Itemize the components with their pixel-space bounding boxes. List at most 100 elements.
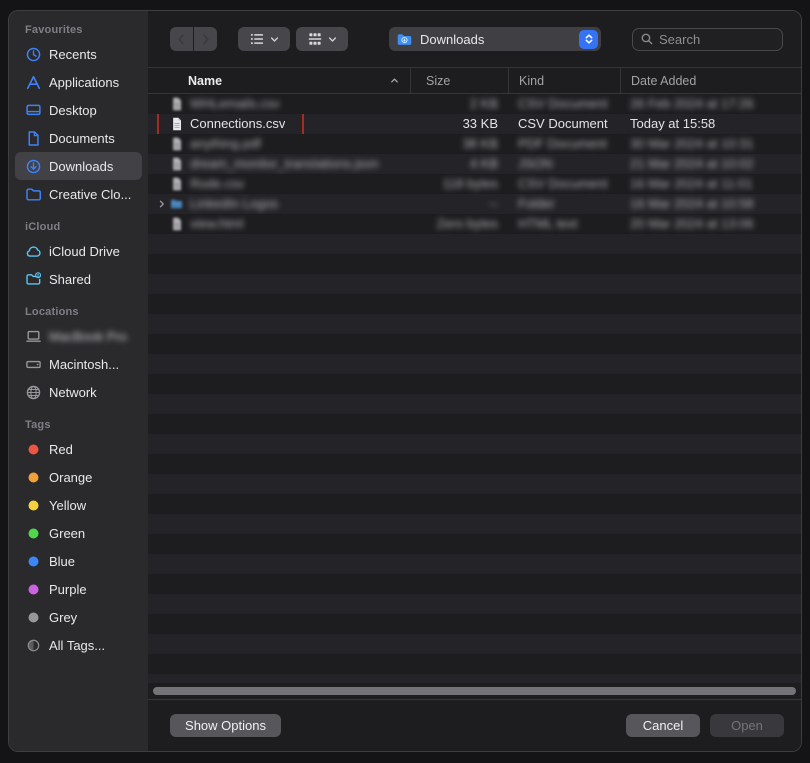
column-header-name[interactable]: Name bbox=[148, 68, 410, 93]
file-row[interactable]: anything.pdf38 KBPDF Document30 Mar 2024… bbox=[148, 134, 801, 154]
file-date-added: 16 Mar 2024 at 10:58 bbox=[620, 194, 801, 214]
file-kind: JSON bbox=[508, 154, 620, 174]
sidebar-item-label: MacBook Pro bbox=[49, 329, 127, 344]
tag-dot bbox=[24, 608, 42, 626]
section-header: Locations bbox=[9, 306, 148, 322]
file-icon bbox=[168, 156, 185, 172]
sidebar-section: FavouritesRecentsApplicationsDesktopDocu… bbox=[9, 24, 148, 208]
file-date-added: 20 Mar 2024 at 13:06 bbox=[620, 214, 801, 234]
sidebar-item-label: iCloud Drive bbox=[49, 244, 120, 259]
laptop-icon bbox=[24, 327, 42, 345]
sidebar-item-label: Applications bbox=[49, 75, 119, 90]
file-row[interactable]: Rode.csv118 bytesCSV Document16 Mar 2024… bbox=[148, 174, 801, 194]
open-dialog-window: FavouritesRecentsApplicationsDesktopDocu… bbox=[8, 10, 802, 752]
sidebar-item-orange[interactable]: Orange bbox=[15, 463, 142, 491]
location-label: Downloads bbox=[420, 32, 484, 47]
sidebar-item-macintosh[interactable]: Macintosh... bbox=[15, 350, 142, 378]
main-panel: Downloads Name Size Kind Date Added WHLe… bbox=[148, 11, 801, 751]
sidebar-item-label: Documents bbox=[49, 131, 115, 146]
sidebar-item-recents[interactable]: Recents bbox=[15, 40, 142, 68]
sidebar-item-red[interactable]: Red bbox=[15, 435, 142, 463]
file-row[interactable]: LinkedIn Logos--Folder16 Mar 2024 at 10:… bbox=[148, 194, 801, 214]
sidebar-item-label: Creative Clo... bbox=[49, 187, 131, 202]
file-name: LinkedIn Logos bbox=[190, 194, 278, 214]
search-input[interactable] bbox=[659, 32, 775, 47]
cancel-button[interactable]: Cancel bbox=[626, 714, 700, 737]
sidebar-item-yellow[interactable]: Yellow bbox=[15, 491, 142, 519]
sidebar-item-shared[interactable]: Shared bbox=[15, 265, 142, 293]
sidebar-item-grey[interactable]: Grey bbox=[15, 603, 142, 631]
horizontal-scrollbar-track bbox=[148, 683, 801, 699]
group-view-icon bbox=[307, 31, 323, 47]
tag-dot bbox=[24, 496, 42, 514]
location-dropdown[interactable]: Downloads bbox=[389, 27, 601, 51]
file-name: dream_monitor_translations.json bbox=[190, 154, 379, 174]
sidebar-item-desktop[interactable]: Desktop bbox=[15, 96, 142, 124]
search-icon bbox=[640, 32, 654, 46]
file-row[interactable]: dream_monitor_translations.json4 KBJSON2… bbox=[148, 154, 801, 174]
file-date-added: 30 Mar 2024 at 10:31 bbox=[620, 134, 801, 154]
file-name-cell: LinkedIn Logos bbox=[148, 194, 410, 214]
sidebar-item-network[interactable]: Network bbox=[15, 378, 142, 406]
file-size: Zero bytes bbox=[410, 214, 508, 234]
desktop-icon bbox=[24, 101, 42, 119]
sidebar-item-creative-clo[interactable]: Creative Clo... bbox=[15, 180, 142, 208]
group-view-button[interactable] bbox=[296, 27, 348, 51]
horizontal-scrollbar[interactable] bbox=[153, 687, 796, 695]
file-icon bbox=[168, 96, 185, 112]
file-size: 4 KB bbox=[410, 154, 508, 174]
column-header-size[interactable]: Size bbox=[410, 68, 508, 93]
sidebar-item-label: Blue bbox=[49, 554, 75, 569]
show-options-button[interactable]: Show Options bbox=[170, 714, 281, 737]
sidebar-item-applications[interactable]: Applications bbox=[15, 68, 142, 96]
sidebar-item-all-tags[interactable]: All Tags... bbox=[15, 631, 142, 659]
file-kind: HTML text bbox=[508, 214, 620, 234]
forward-button[interactable] bbox=[194, 27, 217, 51]
file-name-cell: WHLemails.csv bbox=[148, 94, 410, 114]
file-name-cell: view.html bbox=[148, 214, 410, 234]
file-size: 2 KB bbox=[410, 94, 508, 114]
sidebar-item-label: Red bbox=[49, 442, 73, 457]
file-size: 118 bytes bbox=[410, 174, 508, 194]
file-name: WHLemails.csv bbox=[190, 94, 280, 114]
sidebar-item-icloud-drive[interactable]: iCloud Drive bbox=[15, 237, 142, 265]
chevron-right-icon bbox=[198, 32, 213, 47]
search-field[interactable] bbox=[632, 28, 783, 51]
sidebar-item-label: Purple bbox=[49, 582, 87, 597]
sidebar-item-downloads[interactable]: Downloads bbox=[15, 152, 142, 180]
sort-ascending-icon bbox=[389, 75, 400, 86]
list-view-icon bbox=[249, 31, 265, 47]
tag-dot bbox=[24, 468, 42, 486]
open-button[interactable]: Open bbox=[710, 714, 784, 737]
file-name-cell: anything.pdf bbox=[148, 134, 410, 154]
disclosure-icon[interactable] bbox=[156, 199, 168, 209]
sidebar-item-purple[interactable]: Purple bbox=[15, 575, 142, 603]
file-row[interactable]: Connections.csv33 KBCSV DocumentToday at… bbox=[148, 114, 801, 134]
chevron-down-icon bbox=[327, 34, 338, 45]
file-row[interactable]: view.htmlZero bytesHTML text20 Mar 2024 … bbox=[148, 214, 801, 234]
sidebar-item-green[interactable]: Green bbox=[15, 519, 142, 547]
file-size: 33 KB bbox=[410, 114, 508, 134]
back-button[interactable] bbox=[170, 27, 193, 51]
list-view-button[interactable] bbox=[238, 27, 290, 51]
sidebar-item-label: Desktop bbox=[49, 103, 97, 118]
sidebar: FavouritesRecentsApplicationsDesktopDocu… bbox=[9, 11, 148, 751]
file-kind: CSV Document bbox=[508, 174, 620, 194]
sidebar-item-macbook-pro[interactable]: MacBook Pro bbox=[15, 322, 142, 350]
clock-icon bbox=[24, 45, 42, 63]
column-header-kind[interactable]: Kind bbox=[508, 68, 620, 93]
sidebar-item-label: Grey bbox=[49, 610, 77, 625]
sidebar-item-blue[interactable]: Blue bbox=[15, 547, 142, 575]
folder-file-icon bbox=[168, 197, 185, 211]
column-header-date-added[interactable]: Date Added bbox=[620, 68, 801, 93]
sidebar-item-label: Shared bbox=[49, 272, 91, 287]
file-row[interactable]: WHLemails.csv2 KBCSV Document26 Feb 2024… bbox=[148, 94, 801, 114]
all-tags-icon bbox=[24, 636, 42, 654]
file-list: WHLemails.csv2 KBCSV Document26 Feb 2024… bbox=[148, 94, 801, 683]
sidebar-item-label: Network bbox=[49, 385, 97, 400]
sidebar-item-documents[interactable]: Documents bbox=[15, 124, 142, 152]
sidebar-item-label: All Tags... bbox=[49, 638, 105, 653]
file-kind: PDF Document bbox=[508, 134, 620, 154]
file-icon bbox=[168, 136, 185, 152]
file-kind: CSV Document bbox=[508, 94, 620, 114]
